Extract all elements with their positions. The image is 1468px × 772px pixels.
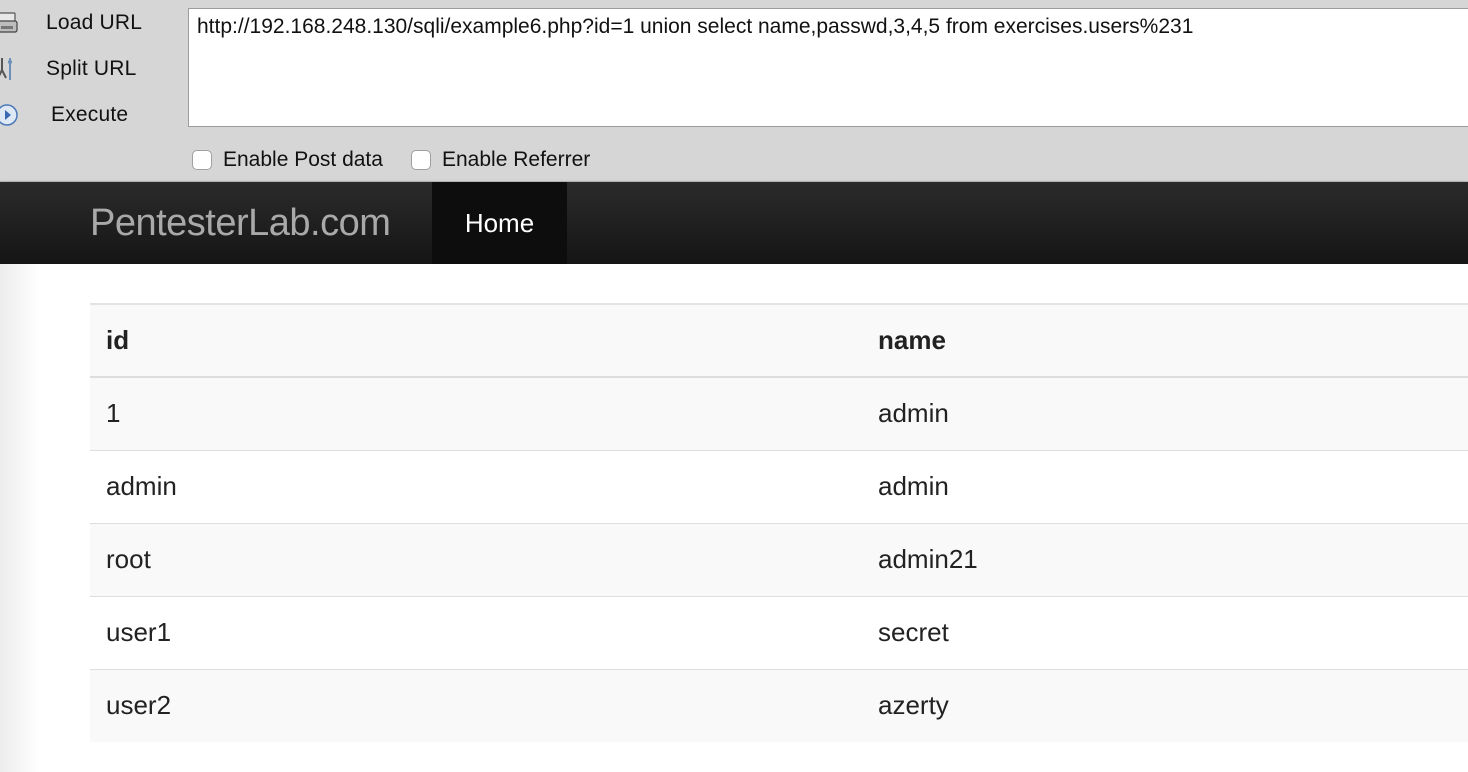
table-row: admin admin — [90, 449, 1468, 523]
cell-name: admin21 — [862, 522, 1468, 596]
page-content: id name 1 admin admin admin root admin21… — [0, 264, 1468, 772]
table-row: root admin21 — [90, 522, 1468, 596]
load-url-label: Load URL — [46, 11, 143, 34]
cell-id: user2 — [90, 668, 862, 742]
enable-post-data-label: Enable Post data — [223, 148, 383, 171]
enable-referrer-checkbox[interactable]: Enable Referrer — [411, 147, 590, 173]
cell-name: secret — [862, 595, 1468, 669]
cell-id: user1 — [90, 595, 862, 669]
brand-link[interactable]: PentesterLab.com — [90, 202, 391, 245]
page-gutter — [0, 264, 40, 772]
enable-post-data-checkbox[interactable]: Enable Post data — [192, 147, 383, 173]
split-url-button[interactable]: Split URL — [0, 49, 180, 89]
split-url-icon — [0, 58, 18, 80]
hackbar-toolbar: Load URL Split URL Execute http://192.16… — [0, 0, 1468, 182]
load-url-button[interactable]: Load URL — [0, 3, 180, 43]
column-header-id: id — [90, 303, 862, 378]
table-row: 1 admin — [90, 376, 1468, 450]
table-row: user1 secret — [90, 595, 1468, 669]
site-navbar: PentesterLab.com Home — [0, 182, 1468, 264]
split-url-label: Split URL — [46, 57, 137, 80]
column-header-name: name — [862, 303, 1468, 378]
table-header-row: id name — [90, 303, 1468, 378]
table-row: user2 azerty — [90, 668, 1468, 742]
execute-icon — [0, 104, 18, 126]
execute-button[interactable]: Execute — [0, 95, 180, 135]
cell-name: admin — [862, 449, 1468, 523]
results-table: id name 1 admin admin admin root admin21… — [90, 303, 1468, 742]
enable-referrer-label: Enable Referrer — [442, 148, 591, 171]
cell-name: azerty — [862, 668, 1468, 742]
load-url-icon — [0, 12, 18, 34]
execute-label: Execute — [51, 103, 129, 126]
cell-id: admin — [90, 449, 862, 523]
url-textarea[interactable]: http://192.168.248.130/sqli/example6.php… — [188, 8, 1468, 127]
checkbox-box[interactable] — [411, 150, 431, 170]
nav-home-tab[interactable]: Home — [432, 182, 567, 264]
cell-id: 1 — [90, 376, 862, 450]
checkbox-box[interactable] — [192, 150, 212, 170]
cell-name: admin — [862, 376, 1468, 450]
cell-id: root — [90, 522, 862, 596]
